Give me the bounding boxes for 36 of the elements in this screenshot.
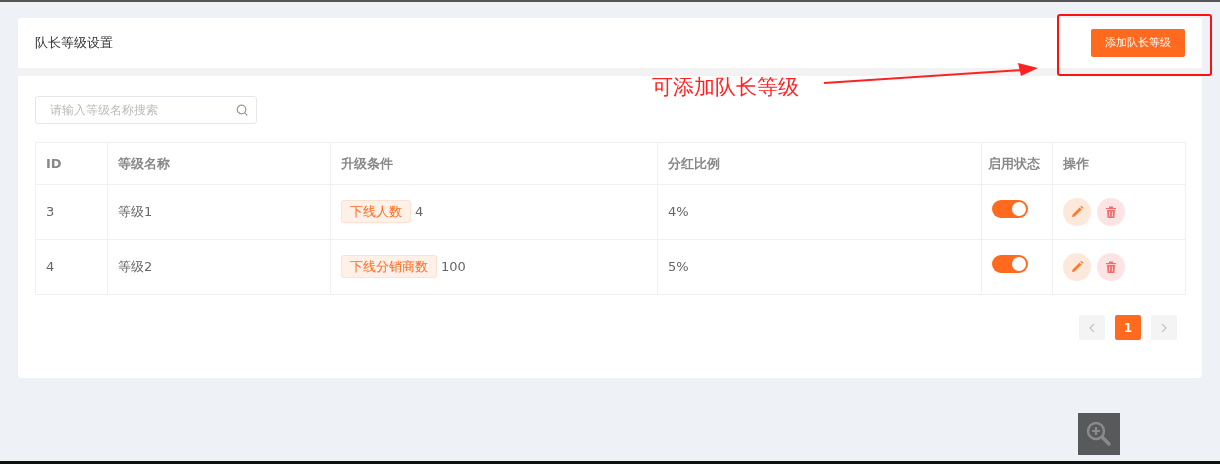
column-header: 操作 bbox=[1052, 142, 1186, 185]
table-cell: 5% bbox=[657, 239, 982, 295]
table-cell: 3 bbox=[35, 184, 108, 240]
column-header: ID bbox=[35, 142, 108, 185]
zoom-in-button[interactable] bbox=[1078, 413, 1120, 455]
column-header: 分红比例 bbox=[657, 142, 982, 185]
edit-button[interactable] bbox=[1063, 198, 1091, 226]
condition-tag: 下线人数 bbox=[341, 200, 411, 224]
condition-tag: 下线分销商数 bbox=[341, 255, 437, 279]
table-cell: 4% bbox=[657, 184, 982, 240]
zoom-in-icon bbox=[1085, 420, 1113, 448]
column-header: 启用状态 bbox=[981, 142, 1053, 185]
condition-value: 4 bbox=[415, 204, 424, 220]
page-title: 队长等级设置 bbox=[35, 34, 113, 53]
annotation-text: 可添加队长等级 bbox=[652, 74, 799, 101]
edit-button[interactable] bbox=[1063, 253, 1091, 281]
table-cell: 等级2 bbox=[107, 239, 331, 295]
toggle-switch[interactable] bbox=[992, 255, 1028, 274]
chevron-left-icon bbox=[1088, 322, 1096, 333]
pencil-icon bbox=[1070, 260, 1084, 274]
table-cell: 4 bbox=[35, 239, 108, 295]
column-header: 升级条件 bbox=[330, 142, 658, 185]
add-button[interactable]: 添加队长等级 bbox=[1091, 28, 1185, 58]
delete-button[interactable] bbox=[1097, 198, 1125, 226]
trash-icon bbox=[1104, 260, 1118, 274]
search-icon[interactable] bbox=[236, 104, 248, 116]
condition-value: 100 bbox=[441, 259, 466, 275]
column-header: 等级名称 bbox=[107, 142, 331, 185]
search-field[interactable]: 请输入等级名称搜索 bbox=[35, 96, 257, 124]
pencil-icon bbox=[1070, 205, 1084, 219]
page-button[interactable]: 1 bbox=[1115, 315, 1141, 340]
delete-button[interactable] bbox=[1097, 253, 1125, 281]
trash-icon bbox=[1104, 205, 1118, 219]
toggle-switch[interactable] bbox=[992, 200, 1028, 219]
table-cell: 等级1 bbox=[107, 184, 331, 240]
chevron-right-icon bbox=[1160, 322, 1168, 333]
